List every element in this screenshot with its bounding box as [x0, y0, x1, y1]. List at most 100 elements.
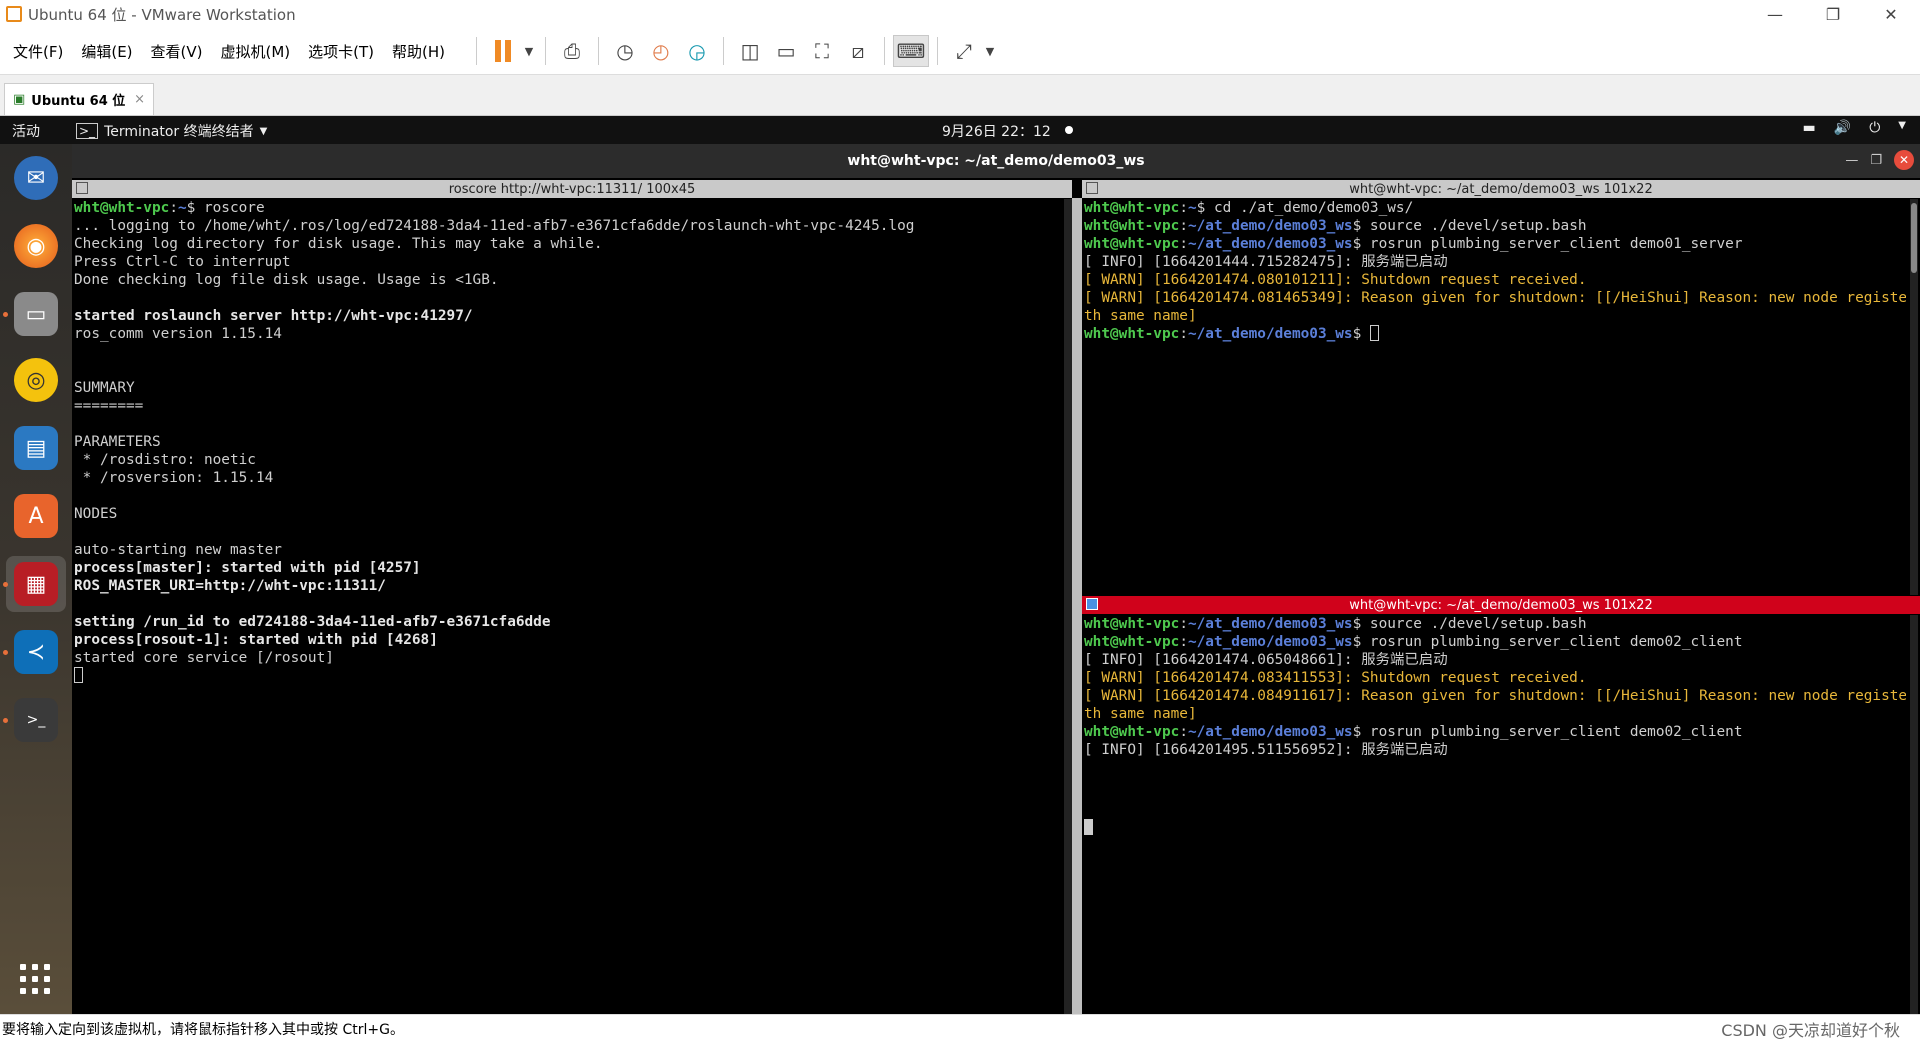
tab-close-icon[interactable]: ×: [134, 92, 145, 107]
output-text: ros_comm version 1.15.14: [74, 326, 282, 342]
full-screen-icon[interactable]: ⛶: [804, 35, 840, 67]
top-right-terminal[interactable]: wht@wht-vpc:~$ cd ./at_demo/demo03_ws/wh…: [1084, 199, 1906, 595]
pane-menu-icon[interactable]: [1086, 598, 1098, 610]
watermark: CSDN @天凉却道好个秋: [1721, 1020, 1900, 1040]
menu-edit[interactable]: 编辑(E): [72, 41, 141, 62]
pause-button[interactable]: [485, 35, 521, 67]
stretch-dropdown-icon[interactable]: ▼: [982, 35, 998, 67]
terminal-line: [ INFO] [1664201495.511556952]: 服务端已启动: [1084, 741, 1906, 759]
terminal-line: Press Ctrl-C to interrupt: [74, 253, 1064, 271]
terminator-window: wht@wht-vpc: ~/at_demo/demo03_ws — ❐ ✕ r…: [72, 144, 1920, 1014]
snapshot-icon[interactable]: ◷: [607, 35, 643, 67]
prompt-dir: ~/at_demo/demo03_ws: [1187, 634, 1353, 650]
send-ctrl-alt-del-icon[interactable]: ⎙: [554, 35, 590, 67]
close-icon[interactable]: ✕: [1894, 150, 1914, 170]
terminator-icon[interactable]: ▦: [14, 562, 58, 606]
terminal-line: wht@wht-vpc:~/at_demo/demo03_ws$ rosrun …: [1084, 633, 1906, 651]
app-menu[interactable]: >_ Terminator 终端终结者 ▼: [76, 121, 267, 141]
software-center-icon[interactable]: A: [14, 494, 58, 538]
terminal-line: th same name]: [1084, 307, 1906, 325]
pane-divider[interactable]: [1072, 198, 1082, 1014]
console-view-icon[interactable]: ⌨: [893, 35, 930, 67]
top-right-pane-header[interactable]: wht@wht-vpc: ~/at_demo/demo03_ws 101x22: [1082, 180, 1920, 198]
terminal-line: ... logging to /home/wht/.ros/log/ed7241…: [74, 217, 1064, 235]
terminal-line: process[rosout-1]: started with pid [426…: [74, 631, 1064, 649]
warn-text: th same name]: [1084, 308, 1197, 324]
snapshot-manager-icon[interactable]: ◶: [679, 35, 715, 67]
revert-snapshot-icon[interactable]: ◴: [643, 35, 679, 67]
terminator-titlebar: wht@wht-vpc: ~/at_demo/demo03_ws — ❐ ✕: [72, 144, 1920, 178]
menu-view[interactable]: 查看(V): [142, 41, 212, 62]
output-text: Done checking log file disk usage. Usage…: [74, 272, 499, 288]
vm-icon: ▣: [13, 92, 26, 107]
menu-help[interactable]: 帮助(H): [383, 41, 454, 62]
terminal-line: ros_comm version 1.15.14: [74, 325, 1064, 343]
volume-icon: 🔊: [1833, 120, 1852, 136]
firefox-icon[interactable]: ◉: [14, 224, 58, 268]
prompt-sep: :: [1179, 236, 1188, 252]
thunderbird-icon[interactable]: ✉: [14, 156, 58, 200]
output-text: NODES: [74, 506, 118, 522]
files-icon[interactable]: ▭: [14, 292, 58, 336]
menu-tabs[interactable]: 选项卡(T): [299, 41, 383, 62]
terminal-line: NODES: [74, 505, 1064, 523]
activities-button[interactable]: 活动: [12, 121, 40, 141]
stretch-icon[interactable]: ⤢: [946, 35, 982, 67]
left-pane-header[interactable]: roscore http://wht-vpc:11311/ 100x45: [72, 180, 1072, 198]
rhythmbox-icon[interactable]: ◎: [14, 358, 58, 402]
terminal-line: ========: [74, 397, 1064, 415]
show-library-icon[interactable]: ◫: [732, 35, 768, 67]
menu-vm[interactable]: 虚拟机(M): [212, 41, 300, 62]
top-right-pane-title: wht@wht-vpc: ~/at_demo/demo03_ws 101x22: [1349, 181, 1653, 197]
dock: ✉ ◉ ▭ ◎ ▤ A ▦ ≺ >_: [0, 144, 72, 1014]
thumbnail-bar-icon[interactable]: ▭: [768, 35, 804, 67]
pause-dropdown-icon[interactable]: ▼: [521, 35, 537, 67]
minimize-icon[interactable]: —: [1845, 153, 1858, 168]
minimize-button[interactable]: —: [1746, 0, 1804, 28]
bottom-right-terminal[interactable]: wht@wht-vpc:~/at_demo/demo03_ws$ source …: [1084, 615, 1906, 1014]
terminal-line: auto-starting new master: [74, 541, 1064, 559]
output-text: process[rosout-1]: started with pid [426…: [74, 632, 438, 648]
prompt-user: wht@wht-vpc: [1084, 236, 1180, 252]
pane-menu-icon[interactable]: [1086, 182, 1098, 194]
output-text: process[master]: started with pid [4257]: [74, 560, 421, 576]
command-text: $ rosrun plumbing_server_client demo02_c…: [1352, 724, 1743, 740]
bottom-right-scrollbar[interactable]: [1910, 615, 1918, 1014]
terminal-line: [74, 667, 1064, 685]
warn-text: [ WARN] [1664201474.084911617]: Reason g…: [1084, 688, 1906, 704]
menu-file[interactable]: 文件(F): [4, 41, 72, 62]
prompt-user: wht@wht-vpc: [1084, 218, 1180, 234]
left-terminal[interactable]: wht@wht-vpc:~$ roscore... logging to /ho…: [74, 199, 1064, 1014]
terminator-title: wht@wht-vpc: ~/at_demo/demo03_ws: [847, 153, 1145, 169]
terminal-line: [ WARN] [1664201474.081465349]: Reason g…: [1084, 289, 1906, 307]
unity-icon[interactable]: ⧄: [840, 35, 876, 67]
vmware-logo-icon: [6, 6, 22, 22]
top-right-scrollbar[interactable]: [1910, 199, 1918, 595]
system-tray[interactable]: ▬ 🔊 ⏻ ▼: [1803, 120, 1906, 136]
command-text: $ rosrun plumbing_server_client demo01_s…: [1352, 236, 1743, 252]
vscode-icon[interactable]: ≺: [14, 630, 58, 674]
maximize-icon[interactable]: ❐: [1870, 153, 1882, 168]
menu-bar: 文件(F) 编辑(E) 查看(V) 虚拟机(M) 选项卡(T) 帮助(H) ▼ …: [0, 28, 1920, 75]
warn-text: [ WARN] [1664201474.083411553]: Shutdown…: [1084, 670, 1587, 686]
bottom-right-pane-header[interactable]: wht@wht-vpc: ~/at_demo/demo03_ws 101x22: [1082, 596, 1920, 614]
left-scrollbar[interactable]: [1064, 199, 1072, 1014]
pane-menu-icon[interactable]: [76, 182, 88, 194]
terminal-icon[interactable]: >_: [14, 698, 58, 742]
terminal-cursor: [74, 667, 83, 683]
close-button[interactable]: ✕: [1862, 0, 1920, 28]
prompt-user: wht@wht-vpc: [74, 200, 170, 216]
terminal-line: setting /run_id to ed724188-3da4-11ed-af…: [74, 613, 1064, 631]
terminal-icon: >_: [76, 123, 99, 139]
output-text: * /rosdistro: noetic: [74, 452, 256, 468]
show-applications-icon[interactable]: [20, 964, 50, 994]
terminal-line: [ WARN] [1664201474.083411553]: Shutdown…: [1084, 669, 1906, 687]
notification-dot: [1065, 126, 1073, 134]
tab-ubuntu[interactable]: ▣ Ubuntu 64 位 ×: [4, 83, 154, 115]
clock[interactable]: 9月26日 22：12: [942, 121, 1051, 141]
libreoffice-writer-icon[interactable]: ▤: [14, 426, 58, 470]
status-bar: 要将输入定向到该虚拟机，请将鼠标指针移入其中或按 Ctrl+G。 CSDN @天…: [0, 1014, 1920, 1042]
terminal-line: * /rosdistro: noetic: [74, 451, 1064, 469]
restore-button[interactable]: ❐: [1804, 0, 1862, 28]
